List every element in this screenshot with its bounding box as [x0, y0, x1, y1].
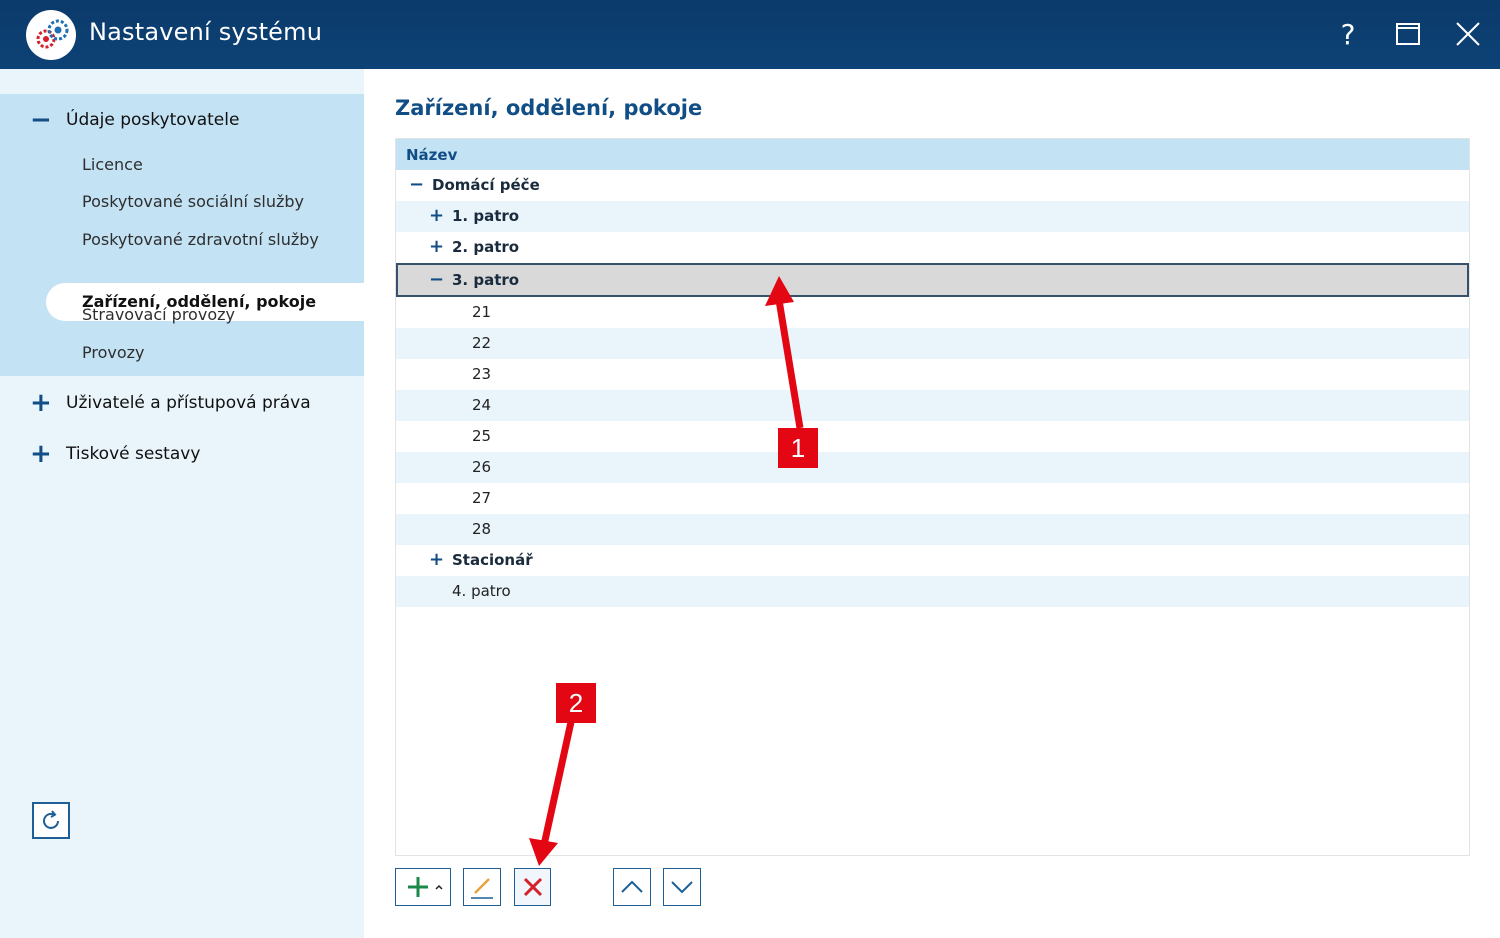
delete-icon [523, 877, 542, 897]
expand-icon[interactable]: + [429, 550, 444, 570]
page-title: Zařízení, oddělení, pokoje [395, 96, 703, 120]
tree-row[interactable]: 4. patro [396, 576, 1469, 607]
sidebar-group-label: Uživatelé a přístupová práva [66, 393, 311, 413]
sidebar-item-catering[interactable]: Stravovací provozy [82, 305, 235, 324]
tree-row-label: Stacionář [452, 551, 533, 569]
tree-row-label: 28 [472, 520, 492, 538]
move-down-button[interactable] [663, 868, 701, 906]
maximize-icon [1396, 23, 1420, 45]
sidebar-group-header-providers[interactable]: − Údaje poskytovatele [0, 100, 364, 140]
tree-row-label: 27 [472, 489, 492, 507]
close-icon [1456, 22, 1480, 46]
tree-row-label: 3. patro [452, 271, 520, 289]
tree-row-label: 21 [472, 303, 492, 321]
sidebar-item-operations[interactable]: Provozy [82, 343, 145, 362]
tree-row-label: 2. patro [452, 238, 520, 256]
tree-row[interactable]: + 1. patro [396, 201, 1469, 232]
refresh-button[interactable] [32, 802, 70, 839]
move-up-button[interactable] [613, 868, 651, 906]
refresh-icon [43, 809, 59, 829]
collapse-icon[interactable]: − [409, 175, 424, 195]
sidebar-group-providers: − Údaje poskytovatele Licence Poskytovan… [0, 94, 364, 376]
annotation-marker-1: 1 [778, 428, 818, 468]
settings-gears-icon [26, 10, 76, 60]
sidebar-group-reports[interactable]: + Tiskové sestavy [0, 434, 364, 474]
chevron-down-icon [671, 881, 693, 894]
tree-row[interactable]: 25 [396, 421, 1469, 452]
delete-button[interactable] [514, 868, 551, 906]
column-header-name[interactable]: Název [396, 139, 1469, 170]
tree-row-label: 22 [472, 334, 492, 352]
tree-row-label: Domácí péče [432, 176, 540, 194]
close-button[interactable] [1448, 14, 1488, 54]
help-button[interactable]: ? [1328, 14, 1368, 54]
sidebar-group-label: Údaje poskytovatele [66, 110, 240, 130]
tree-row[interactable]: 22 [396, 328, 1469, 359]
sidebar-item-social-services[interactable]: Poskytované sociální služby [82, 192, 304, 211]
tree-row-label: 1. patro [452, 207, 520, 225]
tree-row-label: 4. patro [452, 582, 511, 600]
tree-row-label: 25 [472, 427, 492, 445]
chevron-up-icon [621, 880, 643, 893]
tree-row-label: 26 [472, 458, 492, 476]
tree-row[interactable]: 28 [396, 514, 1469, 545]
edit-icon [471, 878, 493, 899]
maximize-button[interactable] [1388, 14, 1428, 54]
expand-icon[interactable]: + [429, 206, 444, 226]
tree-row-label: 23 [472, 365, 492, 383]
tree-row[interactable]: − Domácí péče [396, 170, 1469, 201]
tree-row[interactable]: + Stacionář [396, 545, 1469, 576]
tree-row[interactable]: 21 [396, 297, 1469, 328]
expand-icon: + [30, 439, 52, 469]
tree-row-selected[interactable]: − 3. patro [396, 263, 1469, 297]
sidebar-item-licence[interactable]: Licence [82, 155, 143, 174]
sidebar-group-users[interactable]: + Uživatelé a přístupová práva [0, 383, 364, 423]
title-bar: Nastavení systému ? [0, 0, 1500, 69]
tree-grid: Název − Domácí péče + 1. patro + 2. patr… [395, 138, 1470, 856]
add-button[interactable] [395, 868, 451, 906]
tree-row-label: 24 [472, 396, 492, 414]
tree-row[interactable]: 24 [396, 390, 1469, 421]
edit-button[interactable] [463, 868, 501, 906]
tree-row[interactable]: 26 [396, 452, 1469, 483]
tree-row[interactable]: 23 [396, 359, 1469, 390]
expand-icon: + [30, 388, 52, 418]
add-icon [408, 877, 443, 897]
annotation-marker-2: 2 [556, 683, 596, 723]
collapse-icon: − [30, 105, 52, 135]
sidebar-group-label: Tiskové sestavy [66, 444, 201, 464]
expand-icon[interactable]: + [429, 237, 444, 257]
collapse-icon[interactable]: − [429, 270, 444, 290]
tree-row[interactable]: 27 [396, 483, 1469, 514]
tree-row[interactable]: + 2. patro [396, 232, 1469, 263]
sidebar-item-health-services[interactable]: Poskytované zdravotní služby [82, 230, 319, 249]
window-title: Nastavení systému [89, 18, 323, 46]
